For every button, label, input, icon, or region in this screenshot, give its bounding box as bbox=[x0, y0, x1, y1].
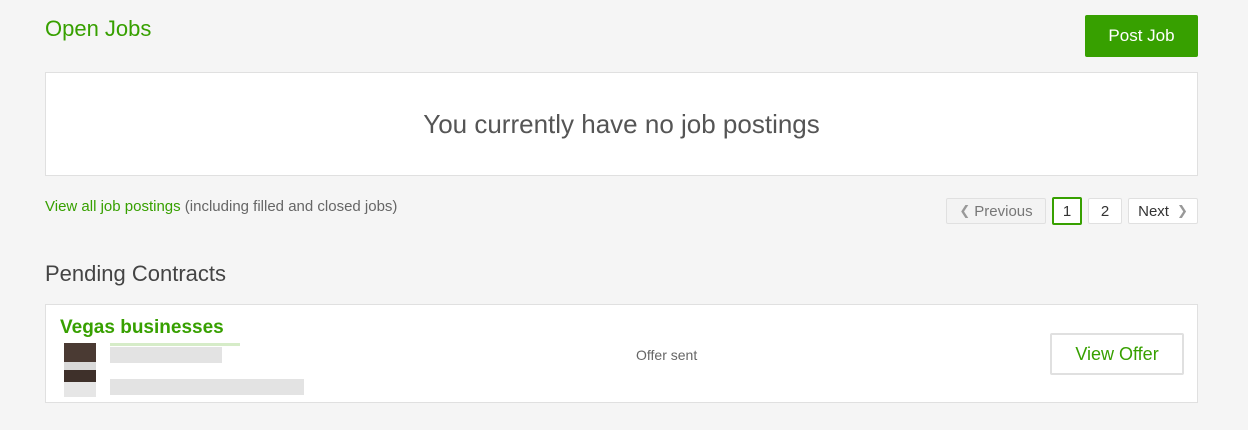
pagination: ❮ Previous 1 2 Next ❯ bbox=[946, 197, 1198, 225]
open-jobs-title: Open Jobs bbox=[45, 16, 152, 41]
page-1-button[interactable]: 1 bbox=[1052, 197, 1082, 225]
view-offer-button[interactable]: View Offer bbox=[1050, 333, 1184, 375]
redacted-name bbox=[110, 343, 240, 346]
pending-contracts-title: Pending Contracts bbox=[45, 261, 226, 286]
contract-title-link[interactable]: Vegas businesses bbox=[60, 317, 224, 339]
page-2-button[interactable]: 2 bbox=[1088, 198, 1122, 224]
previous-page-button[interactable]: ❮ Previous bbox=[946, 198, 1046, 224]
post-job-button[interactable]: Post Job bbox=[1085, 15, 1198, 57]
job-postings-panel: You currently have no job postings bbox=[45, 72, 1198, 176]
avatar bbox=[64, 343, 96, 397]
view-all-row: View all job postings (including filled … bbox=[45, 198, 397, 215]
next-label: Next bbox=[1138, 202, 1169, 220]
view-all-job-postings-link[interactable]: View all job postings bbox=[45, 198, 181, 215]
redacted-name bbox=[110, 347, 222, 363]
previous-label: Previous bbox=[974, 202, 1033, 220]
offer-status: Offer sent bbox=[636, 347, 698, 363]
view-all-note: (including filled and closed jobs) bbox=[180, 198, 398, 215]
chevron-left-icon: ❮ bbox=[959, 203, 971, 218]
redacted-detail bbox=[110, 379, 304, 395]
contract-card: Vegas businesses Offer sent View Offer bbox=[45, 304, 1198, 403]
empty-postings-message: You currently have no job postings bbox=[423, 108, 820, 139]
chevron-right-icon: ❯ bbox=[1176, 203, 1188, 218]
next-page-button[interactable]: Next ❯ bbox=[1128, 198, 1198, 224]
